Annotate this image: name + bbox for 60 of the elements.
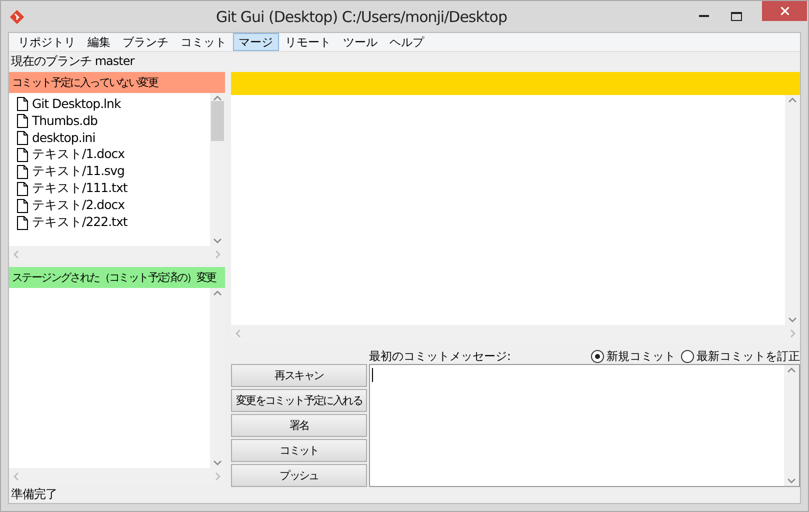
maximize-icon[interactable] (731, 12, 742, 21)
close-icon[interactable] (780, 7, 788, 15)
commit-message-label: 最初のコミットメッセージ: (369, 349, 512, 364)
vertical-scrollbar[interactable] (784, 365, 799, 486)
action-button[interactable]: 再スキャン (231, 364, 367, 387)
file-icon (17, 182, 28, 196)
menu-item[interactable]: ツール (337, 33, 384, 51)
file-icon (17, 148, 28, 162)
file-name[interactable]: desktop.ini (32, 130, 96, 145)
menu-item[interactable]: ブランチ (116, 33, 174, 51)
unstaged-header: コミット予定に入っていない変更 (9, 72, 225, 93)
file-icon (17, 96, 28, 110)
menu-item[interactable]: コミット (174, 33, 232, 51)
file-name[interactable]: テキスト/111.txt (32, 180, 128, 197)
commit-type-radio[interactable]: 新規コミット (590, 349, 676, 364)
scroll-left-icon[interactable] (13, 250, 19, 259)
minimize-icon[interactable] (699, 15, 709, 18)
action-button[interactable]: プッシュ (231, 464, 367, 487)
scroll-down-icon[interactable] (788, 317, 797, 323)
vertical-scrollbar[interactable] (785, 95, 800, 325)
scroll-left-icon[interactable] (13, 472, 19, 481)
staged-header: ステージングされた（コミット予定済の）変更 (9, 267, 225, 288)
file-name[interactable]: Git Desktop.lnk (32, 96, 121, 111)
scrollbar-thumb[interactable] (211, 101, 224, 141)
menu-item[interactable]: リモート (279, 33, 337, 51)
action-button[interactable]: 署名 (231, 414, 367, 437)
file-name[interactable]: テキスト/11.svg (32, 163, 124, 180)
file-name[interactable]: テキスト/222.txt (32, 214, 128, 231)
current-branch-label: 現在のブランチ master (10, 53, 136, 70)
scroll-down-icon[interactable] (787, 478, 796, 484)
commit-type-radio[interactable]: 最新コミットを訂正 (680, 349, 800, 364)
scroll-up-icon[interactable] (213, 95, 222, 101)
commit-message-field[interactable] (369, 364, 800, 487)
file-icon (17, 164, 28, 178)
close-button[interactable] (762, 1, 807, 21)
scroll-down-icon[interactable] (213, 460, 222, 466)
file-name[interactable]: テキスト/1.docx (32, 146, 124, 163)
file-name[interactable]: テキスト/2.docx (32, 197, 124, 214)
action-button[interactable]: 変更をコミット予定に入れる (231, 389, 367, 412)
scroll-up-icon[interactable] (787, 367, 796, 373)
window-title: Git Gui (Desktop) C:/Users/monji/Desktop (214, 8, 508, 26)
scroll-down-icon[interactable] (213, 238, 222, 244)
menu-item[interactable]: 編集 (82, 33, 116, 51)
scroll-up-icon[interactable] (213, 290, 222, 296)
menu-item[interactable]: マージ (232, 33, 279, 51)
file-icon (17, 114, 28, 128)
file-icon (17, 130, 28, 144)
status-text: 準備完了 (10, 486, 58, 503)
scroll-right-icon[interactable] (215, 472, 221, 481)
scroll-right-icon[interactable] (790, 329, 796, 338)
file-icon (17, 216, 28, 230)
menu-item[interactable]: リポジトリ (12, 33, 82, 51)
menu-item[interactable]: ヘルプ (384, 33, 430, 51)
scroll-up-icon[interactable] (788, 97, 797, 103)
file-name[interactable]: Thumbs.db (32, 113, 98, 128)
scroll-left-icon[interactable] (235, 329, 241, 338)
file-icon (17, 198, 28, 212)
scroll-right-icon[interactable] (215, 250, 221, 259)
git-logo-icon (10, 10, 24, 24)
action-button[interactable]: コミット (231, 439, 367, 462)
